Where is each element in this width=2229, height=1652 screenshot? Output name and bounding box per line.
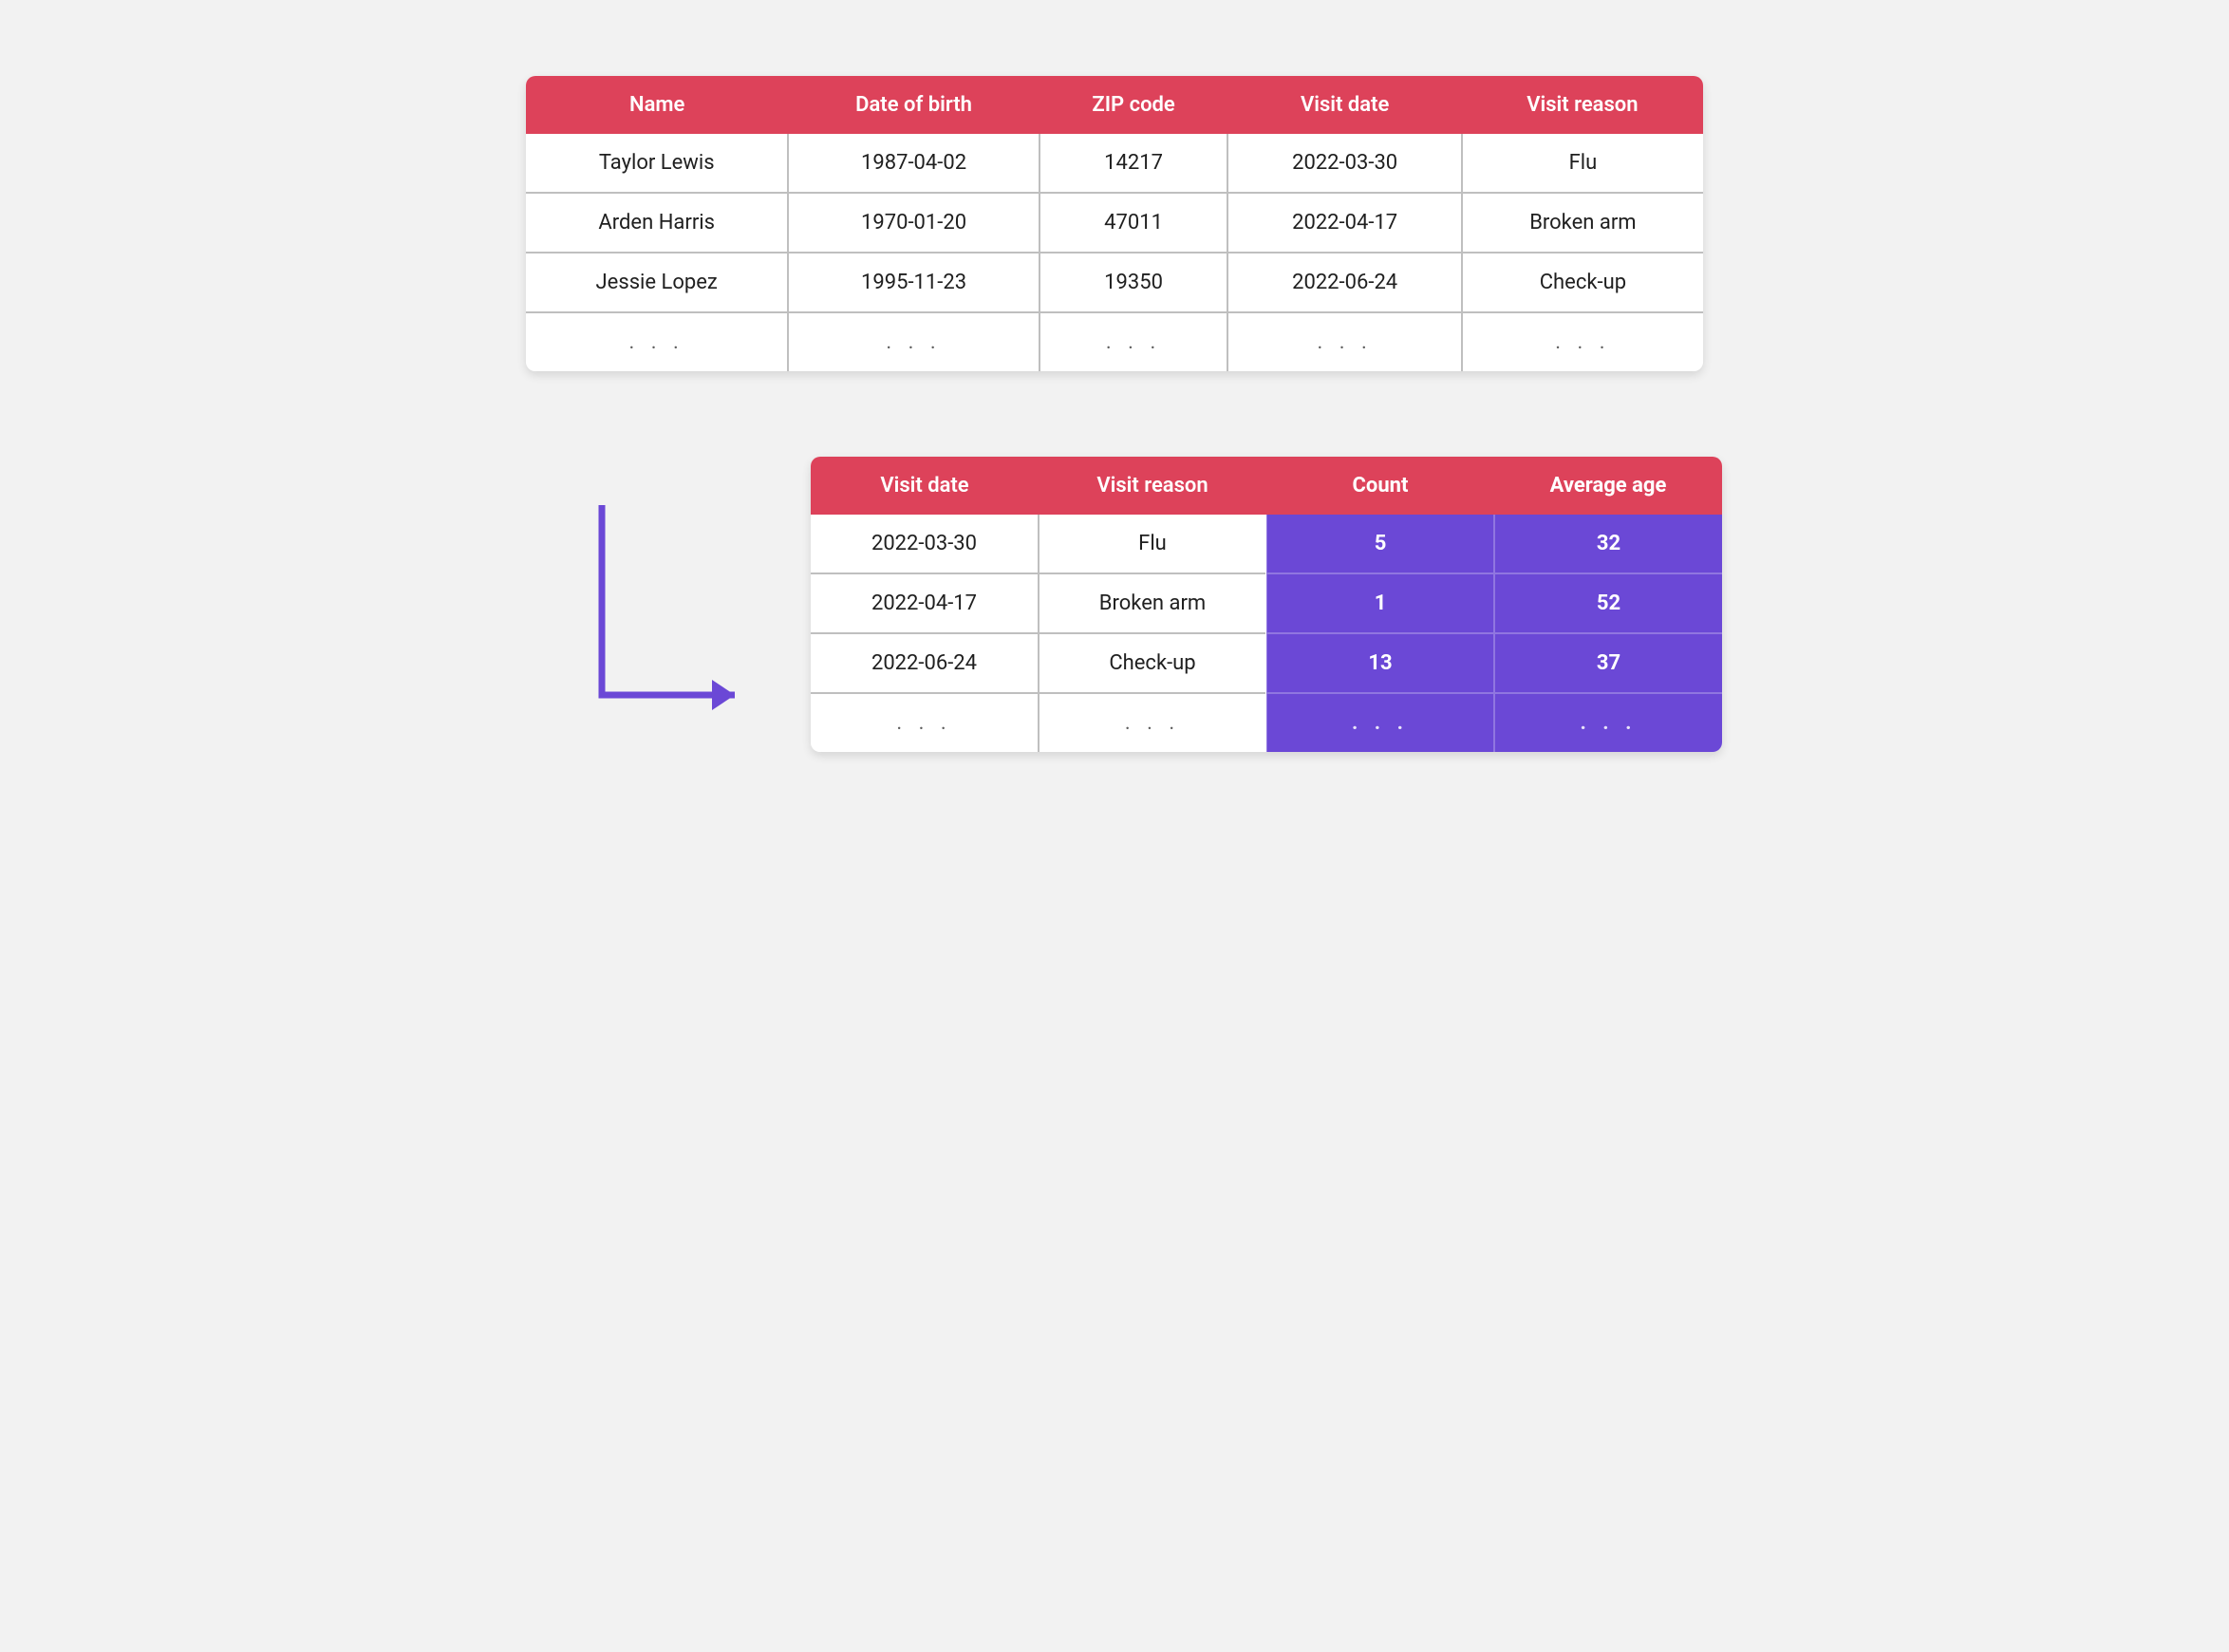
source-row: Arden Harris 1970-01-20 47011 2022-04-17… [526,193,1703,253]
cell-zip: 14217 [1040,134,1228,193]
cell-visit-date: 2022-03-30 [811,515,1039,573]
cell-average-age: 37 [1494,633,1722,693]
cell-ellipsis: . . . [526,312,788,371]
cell-dob: 1970-01-20 [788,193,1039,253]
cell-visit-date: 2022-04-17 [811,573,1039,633]
cell-zip: 19350 [1040,253,1228,312]
source-row: Taylor Lewis 1987-04-02 14217 2022-03-30… [526,134,1703,193]
cell-visit-reason: Flu [1039,515,1266,573]
cell-visit-reason: Check-up [1462,253,1703,312]
cell-ellipsis: . . . [811,693,1039,752]
result-col-visit-date: Visit date [811,457,1039,515]
cell-name: Arden Harris [526,193,788,253]
cell-dob: 1987-04-02 [788,134,1039,193]
cell-average-age: 32 [1494,515,1722,573]
source-row: Jessie Lopez 1995-11-23 19350 2022-06-24… [526,253,1703,312]
source-col-visit-reason: Visit reason [1462,76,1703,134]
source-row-ellipsis: . . . . . . . . . . . . . . . [526,312,1703,371]
source-col-visit-date: Visit date [1227,76,1461,134]
transform-row: Visit date Visit reason Count Average ag… [507,457,1722,752]
result-table: Visit date Visit reason Count Average ag… [811,457,1722,752]
result-row: 2022-04-17 Broken arm 1 52 [811,573,1722,633]
result-col-count: Count [1266,457,1494,515]
result-col-average-age: Average age [1494,457,1722,515]
cell-visit-date: 2022-06-24 [811,633,1039,693]
cell-ellipsis: . . . [1227,312,1461,371]
cell-ellipsis: . . . [1039,693,1266,752]
result-col-visit-reason: Visit reason [1039,457,1266,515]
cell-dob: 1995-11-23 [788,253,1039,312]
cell-visit-reason: Broken arm [1039,573,1266,633]
cell-average-age: 52 [1494,573,1722,633]
result-row: 2022-03-30 Flu 5 32 [811,515,1722,573]
cell-count: 1 [1266,573,1494,633]
cell-visit-reason: Broken arm [1462,193,1703,253]
diagram-canvas: Name Date of birth ZIP code Visit date V… [507,76,1722,752]
cell-ellipsis: . . . [1462,312,1703,371]
source-table-card: Name Date of birth ZIP code Visit date V… [526,76,1703,371]
cell-ellipsis: . . . [788,312,1039,371]
cell-ellipsis: . . . [1494,693,1722,752]
result-header-row: Visit date Visit reason Count Average ag… [811,457,1722,515]
result-row: 2022-06-24 Check-up 13 37 [811,633,1722,693]
source-header-row: Name Date of birth ZIP code Visit date V… [526,76,1703,134]
cell-visit-reason: Check-up [1039,633,1266,693]
arrow-right-down-icon [564,505,773,752]
cell-ellipsis: . . . [1266,693,1494,752]
cell-visit-date: 2022-04-17 [1227,193,1461,253]
cell-name: Jessie Lopez [526,253,788,312]
cell-count: 5 [1266,515,1494,573]
transform-arrow [564,505,773,752]
source-col-zip: ZIP code [1040,76,1228,134]
cell-zip: 47011 [1040,193,1228,253]
cell-ellipsis: . . . [1040,312,1228,371]
result-table-card: Visit date Visit reason Count Average ag… [811,457,1722,752]
cell-visit-date: 2022-06-24 [1227,253,1461,312]
source-col-name: Name [526,76,788,134]
result-row-ellipsis: . . . . . . . . . . . . [811,693,1722,752]
cell-visit-reason: Flu [1462,134,1703,193]
cell-visit-date: 2022-03-30 [1227,134,1461,193]
source-table: Name Date of birth ZIP code Visit date V… [526,76,1703,371]
source-col-dob: Date of birth [788,76,1039,134]
cell-count: 13 [1266,633,1494,693]
cell-name: Taylor Lewis [526,134,788,193]
